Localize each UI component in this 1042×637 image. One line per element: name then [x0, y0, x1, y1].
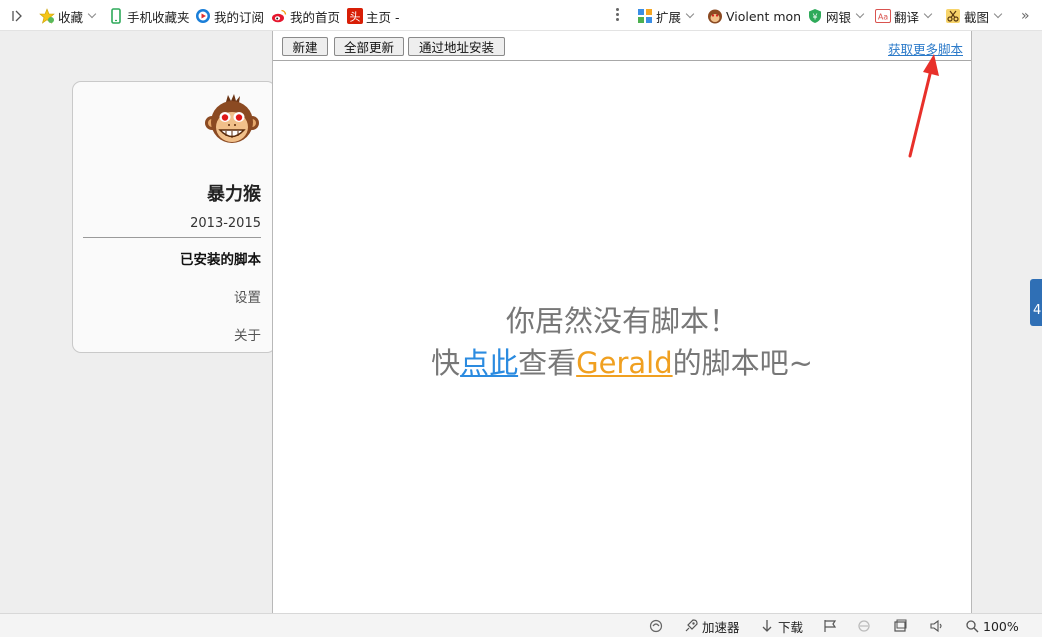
- empty-middle: 查看: [518, 346, 577, 380]
- empty-message-line2: 快点此查看Gerald的脚本吧~: [273, 340, 971, 382]
- zoom-label: 100%: [983, 618, 1019, 634]
- empty-prefix: 快: [431, 346, 461, 380]
- monkey-icon: [707, 8, 723, 24]
- flag-button[interactable]: [823, 618, 841, 634]
- chevron-down-icon: [685, 9, 695, 19]
- chevron-down-icon: [87, 9, 97, 19]
- divider: [83, 237, 261, 238]
- shield-yen-icon: ¥: [807, 8, 823, 24]
- favorites-label: 收藏: [58, 9, 84, 25]
- toutiao-icon: 头: [347, 8, 363, 24]
- new-script-button[interactable]: 新建: [282, 37, 328, 56]
- accelerator-label: 加速器: [702, 619, 740, 635]
- svg-text:头: 头: [350, 11, 361, 24]
- refresh-status-button[interactable]: [649, 618, 667, 634]
- accelerator-button[interactable]: 加速器: [684, 618, 740, 635]
- side-floating-tab[interactable]: 4: [1030, 279, 1042, 326]
- subscriptions-label: 我的订阅: [214, 9, 265, 25]
- chevron-down-icon: [855, 9, 865, 19]
- click-here-link[interactable]: 点此: [460, 346, 518, 380]
- scripts-panel: 新建 全部更新 通过地址安装 获取更多脚本 你居然没有脚本！ 快点此查看Gera…: [272, 31, 972, 613]
- mobile-favorites-label: 手机收藏夹: [127, 9, 190, 25]
- bank-label: 网银: [826, 9, 852, 25]
- menu-installed-scripts[interactable]: 已安装的脚本: [180, 248, 261, 268]
- scripts-toolbar: 新建 全部更新 通过地址安装 获取更多脚本: [273, 31, 971, 61]
- play-circle-icon: [195, 8, 211, 24]
- chevron-down-icon: [923, 9, 933, 19]
- install-from-url-button[interactable]: 通过地址安装: [408, 37, 505, 56]
- phone-icon: [108, 8, 124, 24]
- translate-menu[interactable]: Aa 翻译: [875, 7, 933, 25]
- translate-label: 翻译: [894, 9, 920, 25]
- mobile-favorites-link[interactable]: 手机收藏夹: [108, 7, 190, 25]
- status-bar: 加速器 下载 100%: [0, 613, 1042, 637]
- download-button[interactable]: 下载: [760, 618, 804, 635]
- menu-settings[interactable]: 设置: [234, 286, 261, 306]
- screenshot-menu[interactable]: 截图: [945, 7, 1003, 25]
- svg-text:¥: ¥: [812, 13, 817, 22]
- volume-button[interactable]: [929, 618, 947, 634]
- empty-suffix: 的脚本吧~: [672, 346, 813, 380]
- subscriptions-link[interactable]: 我的订阅: [195, 7, 264, 25]
- toutiao-home-link[interactable]: 头 主页 -: [347, 7, 399, 25]
- ie-icon: [858, 620, 870, 632]
- rocket-icon: [685, 619, 698, 632]
- weibo-home-label: 我的首页: [290, 9, 341, 25]
- overflow-dots-icon[interactable]: [616, 7, 620, 23]
- screenshot-label: 截图: [964, 9, 990, 25]
- sidebar-toggle-icon: [12, 10, 22, 22]
- extensions-label: 扩展: [656, 9, 682, 25]
- window-icon: [894, 619, 907, 632]
- extensions-menu[interactable]: 扩展: [637, 7, 695, 25]
- download-arrow-icon: [762, 620, 772, 632]
- star-icon: [39, 8, 55, 24]
- favorites-menu[interactable]: 收藏: [39, 7, 97, 25]
- sidebar-toggle-button[interactable]: [10, 7, 24, 25]
- sidebar-card: 暴力猴 2013-2015 已安装的脚本 设置 关于: [72, 81, 276, 353]
- bookmarks-bar: 收藏 手机收藏夹 我的订阅 我的首页 头 主页 - 扩展 Violent mon…: [0, 0, 1042, 31]
- app-years: 2013-2015: [190, 216, 261, 231]
- chevron-down-icon: [993, 9, 1003, 19]
- extensions-grid-icon: [637, 8, 653, 24]
- violentmonkey-extension[interactable]: Violent mon: [707, 7, 801, 25]
- bank-menu[interactable]: ¥ 网银: [807, 7, 865, 25]
- download-label: 下载: [778, 619, 804, 635]
- update-all-button[interactable]: 全部更新: [334, 37, 404, 56]
- magnifier-icon: [966, 620, 979, 633]
- side-tab-text: 4: [1033, 303, 1042, 318]
- annotation-arrow-icon: [908, 54, 939, 158]
- violentmonkey-label: Violent mon: [726, 8, 802, 24]
- weibo-home-link[interactable]: 我的首页: [271, 7, 340, 25]
- zoom-control[interactable]: 100%: [965, 618, 1019, 634]
- scissors-icon: [945, 8, 961, 24]
- toutiao-label: 主页 -: [366, 9, 400, 25]
- translate-icon: Aa: [875, 8, 891, 24]
- ie-mode-button[interactable]: [857, 618, 875, 634]
- window-button[interactable]: [893, 618, 911, 634]
- more-bookmarks-button[interactable]: »: [1021, 7, 1030, 25]
- empty-message-line1: 你居然没有脚本！: [505, 304, 738, 338]
- app-title: 暴力猴: [207, 184, 261, 205]
- svg-text:Aa: Aa: [878, 13, 888, 22]
- double-chevron-right-icon: »: [1021, 8, 1030, 24]
- swirl-icon: [649, 619, 663, 633]
- menu-about[interactable]: 关于: [234, 324, 261, 344]
- gerald-link[interactable]: Gerald: [576, 346, 672, 380]
- flag-icon: [824, 620, 837, 632]
- speaker-icon: [930, 619, 942, 633]
- violentmonkey-logo-icon: [205, 94, 259, 143]
- weibo-icon: [271, 8, 287, 24]
